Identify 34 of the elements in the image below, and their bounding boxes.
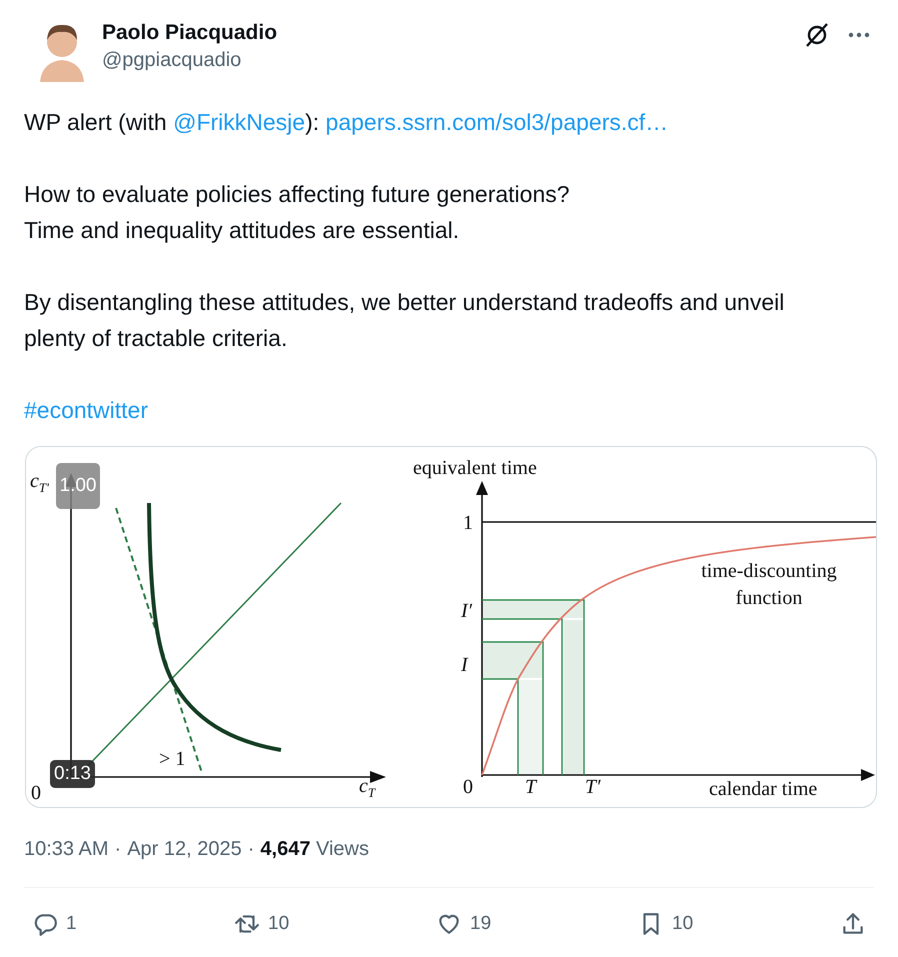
- action-count: 10: [672, 913, 694, 935]
- post-date[interactable]: Apr 12, 2025: [127, 838, 242, 861]
- action-count: 10: [268, 913, 290, 935]
- axis-title: equivalent time: [413, 457, 537, 479]
- action-count: 19: [470, 913, 492, 935]
- video-badge: 1.00: [56, 463, 100, 509]
- curve-label: time-discounting function: [701, 560, 837, 609]
- tweet-text: By disentangling these attitudes, we better understand tradeoffs and unveil plenty of tractable criteria.: [24, 288, 786, 353]
- axis-label: c$_{T'}$: [30, 470, 49, 495]
- tweet-text: How to evaluate policies affecting future generations?: [24, 180, 571, 209]
- tick-label: T′: [585, 776, 600, 798]
- axis-title: calendar time: [709, 778, 818, 800]
- tweet-text: WP alert (with @FrikkNesje): papers.ssrn.com/sol3/papers.cf…: [24, 108, 670, 137]
- share-icon[interactable]: [840, 911, 866, 937]
- separator-dot: ·: [248, 838, 254, 861]
- tick-label: I′: [461, 600, 472, 622]
- tick-label: 0: [463, 776, 473, 798]
- tick-label: T: [525, 776, 536, 798]
- view-count[interactable]: 4,647 Views: [260, 838, 369, 861]
- tweet-text: Time and inequality attitudes are essential.: [24, 216, 460, 245]
- post-time[interactable]: 10:33 AM: [24, 838, 109, 861]
- action-count: 1: [66, 913, 77, 935]
- figure-image[interactable]: equivalent time calendar time 1 I′ I 0 T T′ time-discounting function: [391, 447, 876, 807]
- axis-label: 0: [31, 782, 41, 804]
- tick-label: I: [461, 654, 468, 676]
- axis-label: c$_{T}$: [359, 775, 376, 800]
- slope-label: > 1: [159, 748, 186, 770]
- more-icon[interactable]: [848, 32, 870, 38]
- author-handle[interactable]: @pgpiacquadio: [102, 49, 790, 72]
- slashed-circle-icon[interactable]: [804, 22, 830, 48]
- tick-label: 1: [463, 512, 473, 534]
- separator-dot: ·: [114, 838, 122, 861]
- duration-badge: 0:13: [50, 760, 95, 788]
- author-name[interactable]: Paolo Piacquadio: [102, 21, 790, 45]
